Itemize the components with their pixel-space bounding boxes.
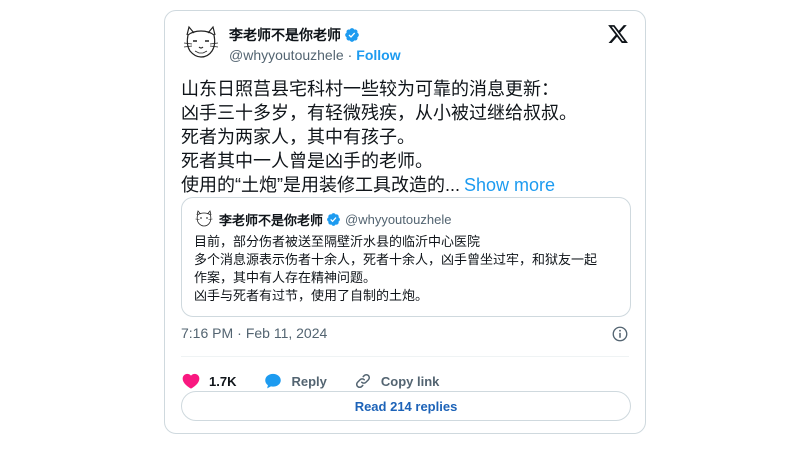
quote-line: 目前，部分伤者被送至隔壁沂水县的临沂中心医院 xyxy=(194,234,481,249)
tweet-date: Feb 11, 2024 xyxy=(245,325,328,341)
quote-line: 凶手与死者有过节，使用了自制的土炮。 xyxy=(194,288,429,303)
author-display-name[interactable]: 李老师不是你老师 xyxy=(229,25,341,45)
quote-handle: @whyyoutouzhele xyxy=(345,212,452,227)
copy-link-label: Copy link xyxy=(380,373,440,389)
quoted-tweet[interactable]: 李老师不是你老师 @whyyoutouzhele 目前，部分伤者被送至隔壁沂水县… xyxy=(181,197,631,317)
cat-sketch-avatar-icon xyxy=(195,210,213,227)
reply-bubble-icon xyxy=(265,373,282,389)
verified-badge-icon xyxy=(327,213,340,226)
link-icon xyxy=(355,373,370,389)
heart-icon xyxy=(182,373,200,389)
quote-display-name: 李老师不是你老师 xyxy=(219,213,324,228)
tweet-line: 死者为两家人，其中有孩子。 xyxy=(181,127,415,147)
author-handle-row: @whyyoutouzhele · Follow xyxy=(229,47,401,63)
like-button[interactable]: 1.7K xyxy=(181,371,236,391)
quote-line: 作案，其中有人存在精神问题。 xyxy=(194,270,377,285)
divider xyxy=(181,356,629,357)
show-more-link[interactable]: Show more xyxy=(464,175,555,195)
cat-sketch-avatar-icon xyxy=(183,25,219,58)
tweet-timestamp[interactable]: 7:16 PM · Feb 11, 2024 xyxy=(181,325,327,341)
tweet-line: 山东日照莒县宅科村一些较为可靠的消息更新： xyxy=(181,79,559,99)
tweet-time: 7:16 PM xyxy=(181,325,234,341)
tweet-body: 山东日照莒县宅科村一些较为可靠的消息更新： 凶手三十多岁，有轻微残疾，从小被过继… xyxy=(181,77,631,197)
quote-line: 多个消息源表示伤者十余人，死者十余人，凶手曾坐过牢，和狱友一起 xyxy=(194,252,598,267)
separator-dot: · xyxy=(237,325,242,341)
author-name-row: 李老师不是你老师 xyxy=(229,25,360,45)
tweet-line: 死者其中一人曾是凶手的老师。 xyxy=(181,151,433,171)
read-replies-button[interactable]: Read 214 replies xyxy=(181,391,631,421)
quote-body: 目前，部分伤者被送至隔壁沂水县的临沂中心医院 多个消息源表示伤者十余人，死者十余… xyxy=(194,233,620,305)
tweet-line: 凶手三十多岁，有轻微残疾，从小被过继给叔叔。 xyxy=(181,103,577,123)
copy-link-button[interactable]: Copy link xyxy=(353,371,440,391)
embedded-tweet-card: 李老师不是你老师 @whyyoutouzhele · Follow 山东日照莒县… xyxy=(164,10,646,434)
verified-badge-icon xyxy=(345,28,359,42)
author-handle[interactable]: @whyyoutouzhele xyxy=(229,47,344,63)
x-logo-icon[interactable] xyxy=(607,23,629,45)
reply-button[interactable]: Reply xyxy=(263,371,327,391)
info-icon[interactable] xyxy=(611,325,629,343)
read-replies-label: Read 214 replies xyxy=(354,398,458,414)
tweet-actions: 1.7K Reply Copy link xyxy=(181,371,439,391)
follow-button[interactable]: Follow xyxy=(356,47,400,63)
like-count: 1.7K xyxy=(209,373,237,389)
separator-dot: · xyxy=(347,47,353,63)
author-avatar[interactable] xyxy=(181,21,221,61)
tweet-line-last: 使用的“土炮”是用装修工具改造的... Show more xyxy=(181,173,631,197)
quote-header: 李老师不是你老师 @whyyoutouzhele xyxy=(219,210,451,229)
quote-avatar xyxy=(194,208,214,228)
tweet-line: 使用的“土炮”是用装修工具改造的... xyxy=(181,175,460,195)
reply-label: Reply xyxy=(291,373,327,389)
